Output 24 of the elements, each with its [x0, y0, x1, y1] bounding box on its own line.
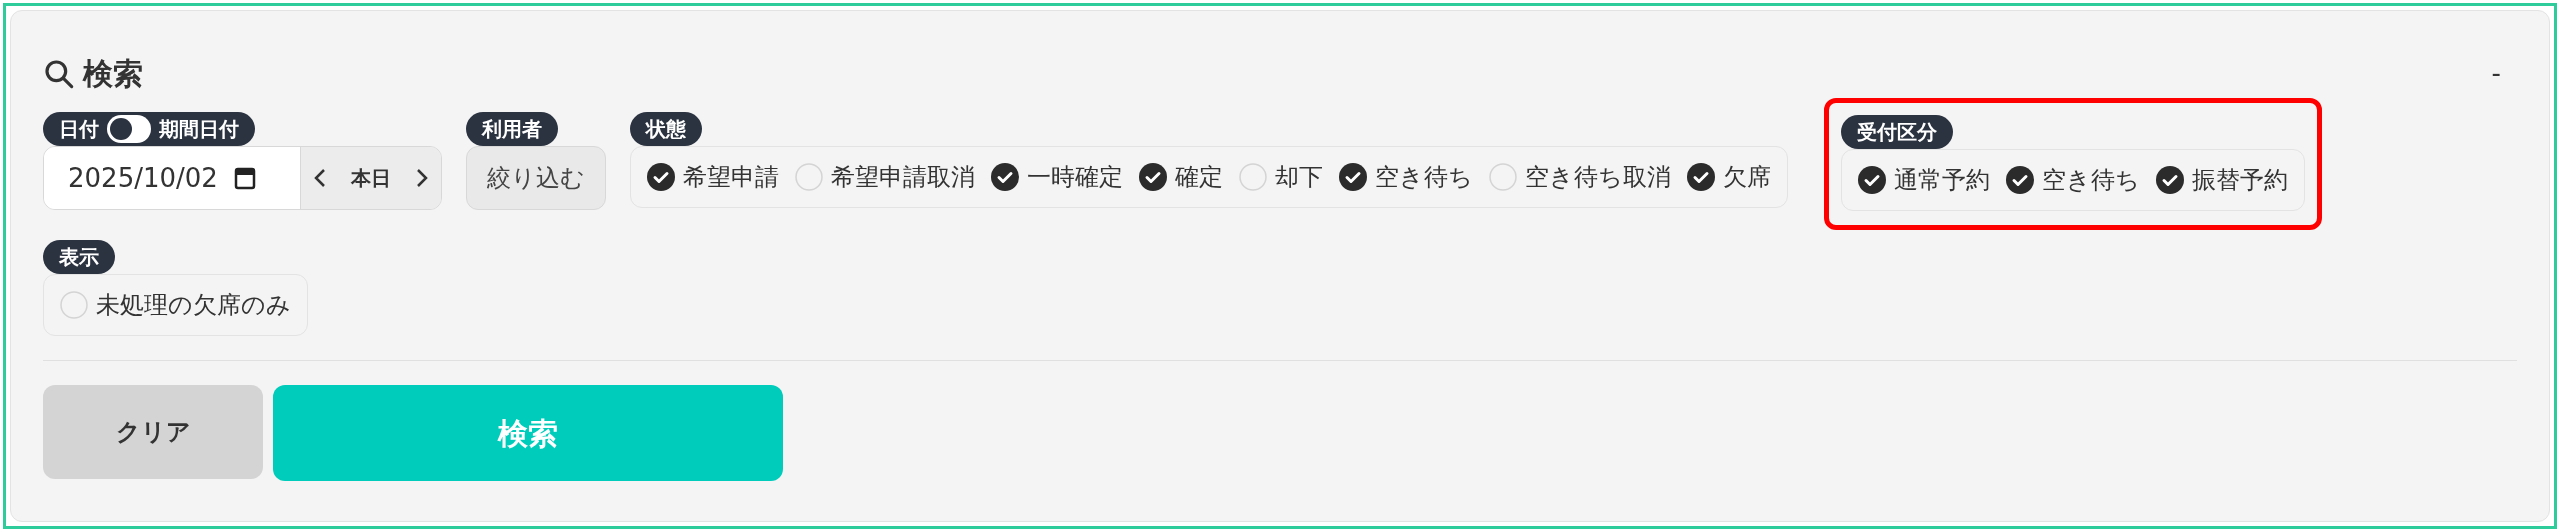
checkbox-option[interactable]: 通常予約	[1858, 162, 1990, 198]
collapse-button[interactable]: -	[2475, 54, 2517, 93]
group-label: 表示	[43, 240, 115, 274]
checkbox-option[interactable]: 未処理の欠席のみ	[60, 287, 291, 323]
checkbox-option[interactable]: 確定	[1139, 159, 1223, 195]
search-icon	[43, 57, 75, 90]
checkbox-option[interactable]: 空き待ち	[2006, 162, 2140, 198]
checkbox-option[interactable]: 希望申請	[647, 159, 779, 195]
group-label: 状態	[630, 112, 702, 146]
panel-title: 検索	[83, 55, 143, 93]
period-toggle[interactable]	[107, 115, 151, 143]
period-mode-text: 期間日付	[159, 119, 239, 139]
date-mode-text: 日付	[59, 119, 99, 139]
checkbox-option[interactable]: 却下	[1239, 159, 1323, 195]
group-label: 受付区分	[1841, 115, 1953, 149]
group-label: 利用者	[466, 112, 558, 146]
filter-button[interactable]: 絞り込む	[466, 146, 606, 210]
checkbox-option[interactable]: 欠席	[1687, 159, 1771, 195]
checkbox-option[interactable]: 希望申請取消	[795, 159, 975, 195]
checkbox-option[interactable]: 空き待ち取消	[1489, 159, 1671, 195]
clear-button[interactable]: クリア	[43, 385, 263, 479]
checkbox-option[interactable]: 一時確定	[991, 159, 1123, 195]
checkbox-option[interactable]: 振替予約	[2156, 162, 2288, 198]
checkbox-option[interactable]: 空き待ち	[1339, 159, 1473, 195]
